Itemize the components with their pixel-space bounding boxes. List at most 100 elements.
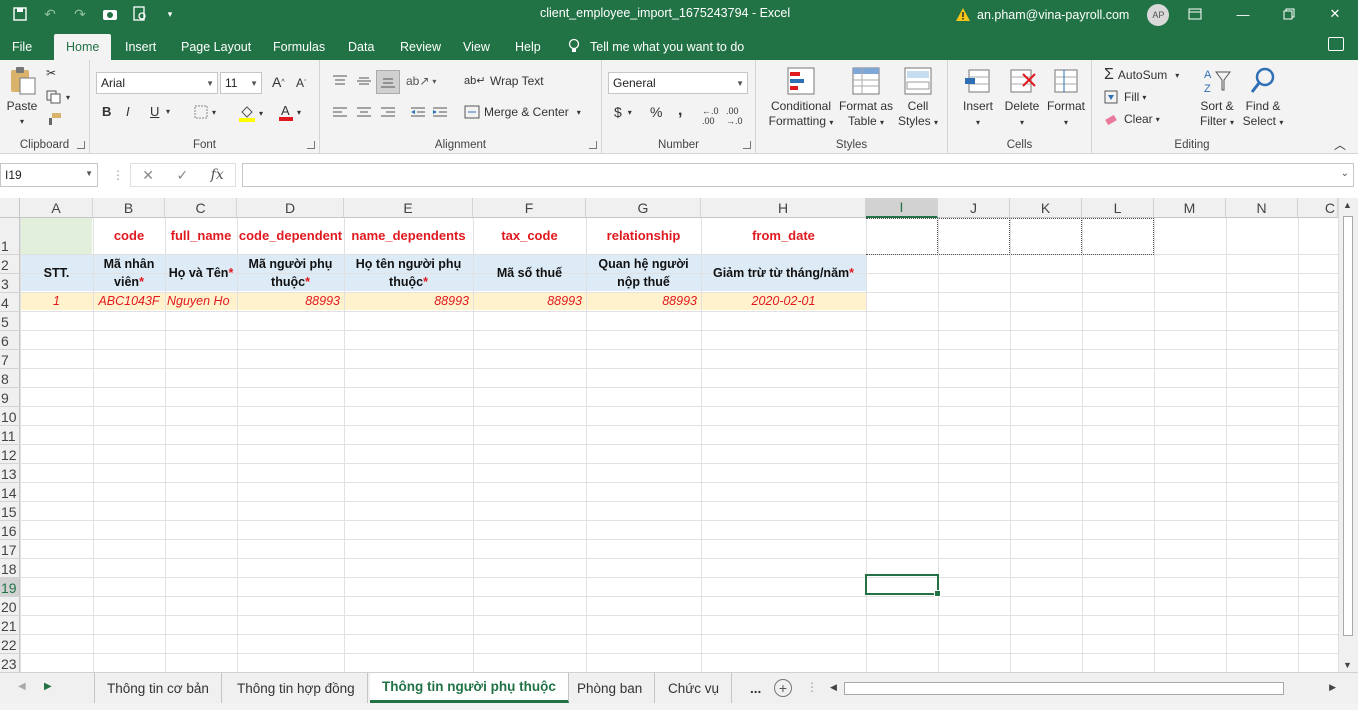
cell-c2[interactable]: Họ và Tên*: [165, 255, 237, 291]
row-header-8[interactable]: 8: [0, 369, 20, 388]
bold-button[interactable]: B: [102, 104, 111, 119]
alignment-launcher[interactable]: [589, 141, 597, 149]
column-header-e[interactable]: E: [344, 198, 473, 218]
insert-function-button[interactable]: fx: [211, 167, 224, 183]
column-header-k[interactable]: K: [1010, 198, 1082, 218]
sheet-tab-dependents-info[interactable]: Thông tin người phụ thuộc: [370, 673, 569, 703]
underline-button[interactable]: U: [150, 104, 159, 119]
more-sheets-button[interactable]: ...: [738, 673, 773, 703]
cell-h2[interactable]: Giảm trừ từ tháng/năm*: [701, 255, 866, 291]
column-header-n[interactable]: N: [1226, 198, 1298, 218]
align-left-icon[interactable]: [332, 106, 348, 118]
merge-center-button[interactable]: Merge & Center ▾: [464, 105, 581, 119]
cell-a1[interactable]: [20, 218, 92, 254]
borders-icon[interactable]: ▾: [194, 105, 216, 119]
scroll-left-icon[interactable]: ◀: [830, 682, 837, 693]
number-launcher[interactable]: [743, 141, 751, 149]
name-box-dropdown-icon[interactable]: ▼: [85, 169, 93, 178]
format-painter-icon[interactable]: [46, 112, 62, 126]
tab-file[interactable]: File: [0, 34, 44, 60]
row-header-16[interactable]: 16: [0, 521, 20, 540]
row-header-7[interactable]: 7: [0, 350, 20, 369]
font-launcher[interactable]: [307, 141, 315, 149]
row-header-20[interactable]: 20: [0, 597, 20, 616]
row-header-12[interactable]: 12: [0, 445, 20, 464]
row-header-4[interactable]: 4: [0, 293, 20, 312]
font-color-icon[interactable]: A ▾: [278, 103, 301, 121]
copy-icon[interactable]: ▾: [46, 90, 70, 104]
align-bottom-icon[interactable]: [376, 70, 400, 94]
scroll-down-icon[interactable]: ▼: [1343, 660, 1352, 670]
column-header-l[interactable]: L: [1082, 198, 1154, 218]
print-preview-icon[interactable]: [128, 4, 152, 24]
cell-f1[interactable]: tax_code: [473, 218, 586, 254]
font-size-select[interactable]: 11 ▼: [220, 72, 262, 94]
comma-button[interactable]: ,: [678, 102, 682, 120]
column-header-g[interactable]: G: [586, 198, 701, 218]
row-header-9[interactable]: 9: [0, 388, 20, 407]
fill-button[interactable]: Fill ▾: [1104, 90, 1146, 104]
row-header-22[interactable]: 22: [0, 635, 20, 654]
cell-e2[interactable]: Họ tên người phụ thuộc*: [344, 255, 473, 291]
cell-a4[interactable]: 1: [20, 292, 93, 310]
wrap-text-button[interactable]: ab↵ Wrap Text: [464, 74, 544, 88]
row-header-1[interactable]: 1: [0, 218, 20, 255]
align-top-icon[interactable]: [332, 74, 348, 88]
cell-g2[interactable]: Quan hệ người nộp thuế: [586, 255, 701, 291]
cell-styles-button[interactable]: Cell Styles ▾: [894, 66, 942, 130]
worksheet-grid[interactable]: A B C D E F G H I J K L M N C code full_…: [0, 198, 1338, 672]
column-header-i[interactable]: I: [866, 198, 938, 218]
cell-f4[interactable]: 88993: [473, 292, 586, 310]
delete-cells-button[interactable]: Delete ▾: [1000, 66, 1044, 130]
percent-button[interactable]: %: [650, 104, 662, 120]
sheet-tab-basic-info[interactable]: Thông tin cơ bản: [94, 673, 222, 703]
column-header-h[interactable]: H: [701, 198, 866, 218]
cell-g4[interactable]: 88993: [586, 292, 701, 310]
ribbon-display-icon[interactable]: [1172, 0, 1218, 28]
cell-c4[interactable]: Nguyen Ho: [165, 292, 237, 310]
row-header-3[interactable]: 3: [0, 274, 20, 293]
cell-d1[interactable]: code_dependent: [237, 218, 344, 254]
column-header-c[interactable]: C: [165, 198, 237, 218]
close-icon[interactable]: ✕: [1312, 0, 1358, 28]
align-center-icon[interactable]: [356, 106, 372, 118]
row-header-14[interactable]: 14: [0, 483, 20, 502]
save-icon[interactable]: [8, 4, 32, 24]
add-sheet-icon[interactable]: +: [774, 679, 792, 697]
cell-e1[interactable]: name_dependents: [344, 218, 473, 254]
cell-b2[interactable]: Mã nhân viên*: [93, 255, 165, 291]
row-header-5[interactable]: 5: [0, 312, 20, 331]
paste-button[interactable]: Paste ▾: [4, 66, 40, 129]
increase-indent-icon[interactable]: [432, 106, 448, 118]
cell-d2[interactable]: Mã người phụ thuộc*: [237, 255, 344, 291]
align-middle-icon[interactable]: [356, 74, 372, 88]
minimize-icon[interactable]: —: [1220, 0, 1266, 28]
column-header-a[interactable]: A: [20, 198, 93, 218]
row-header-10[interactable]: 10: [0, 407, 20, 426]
conditional-formatting-button[interactable]: Conditional Formatting ▾: [764, 66, 838, 130]
row-header-11[interactable]: 11: [0, 426, 20, 445]
autosum-button[interactable]: Σ AutoSum ▾: [1104, 66, 1179, 84]
tab-split-icon[interactable]: ⋮: [806, 680, 818, 694]
sheet-tab-contract-info[interactable]: Thông tin hợp đồng: [225, 673, 368, 703]
sheet-tab-department[interactable]: Phòng ban: [565, 673, 656, 703]
cell-h4[interactable]: 2020-02-01: [701, 292, 866, 310]
italic-button[interactable]: I: [126, 104, 130, 119]
row-header-2[interactable]: 2: [0, 255, 20, 274]
tab-data[interactable]: Data: [336, 34, 386, 60]
avatar[interactable]: AP: [1147, 4, 1170, 26]
row-header-19[interactable]: 19: [0, 578, 20, 597]
orientation-icon[interactable]: ab↗ ▾: [406, 74, 436, 88]
tab-home[interactable]: Home: [54, 34, 112, 60]
font-name-select[interactable]: Arial ▼: [96, 72, 218, 94]
row-header-15[interactable]: 15: [0, 502, 20, 521]
horizontal-scrollbar[interactable]: ◀ ▶: [828, 681, 1338, 697]
row-header-17[interactable]: 17: [0, 540, 20, 559]
tab-review[interactable]: Review: [388, 34, 453, 60]
find-select-button[interactable]: Find & Select ▾: [1240, 66, 1286, 130]
underline-dropdown-icon[interactable]: ▾: [166, 107, 170, 116]
clear-button[interactable]: Clear ▾: [1104, 112, 1160, 126]
expand-formula-bar-icon[interactable]: ⌄: [1341, 168, 1349, 179]
row-header-18[interactable]: 18: [0, 559, 20, 578]
column-header-d[interactable]: D: [237, 198, 344, 218]
